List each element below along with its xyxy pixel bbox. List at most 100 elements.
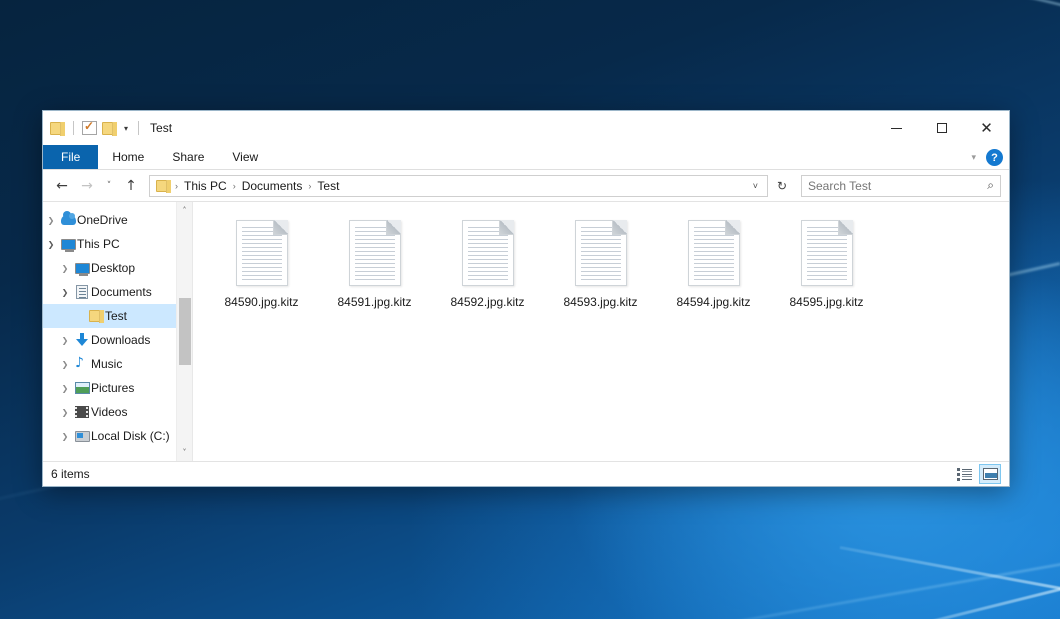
scroll-down-icon[interactable]: ˅ xyxy=(177,444,193,461)
sidebar-item-test[interactable]: Test xyxy=(43,304,192,328)
file-item[interactable]: 84591.jpg.kitz xyxy=(318,216,431,315)
address-bar[interactable]: › This PC › Documents › Test ˅ xyxy=(149,175,768,197)
chevron-right-icon[interactable]: ❯ xyxy=(57,408,73,417)
sidebar-item-label: This PC xyxy=(77,237,120,251)
address-dropdown-icon[interactable]: ˅ xyxy=(748,181,763,191)
generic-document-icon xyxy=(236,220,288,286)
toolbar-divider xyxy=(138,121,139,135)
recent-locations-button[interactable]: ˅ xyxy=(101,175,117,197)
generic-document-icon xyxy=(462,220,514,286)
sidebar-item-documents[interactable]: ❯ Documents xyxy=(43,280,192,304)
tab-share[interactable]: Share xyxy=(158,145,218,169)
window-controls: ✕ xyxy=(874,111,1009,145)
chevron-right-icon[interactable]: ❯ xyxy=(57,432,73,441)
file-name-label: 84590.jpg.kitz xyxy=(224,295,298,309)
details-view-button[interactable] xyxy=(953,464,975,484)
navigation-pane: ❯ OneDrive ❯ This PC ❯ Desktop ❯ xyxy=(43,202,193,461)
sidebar-scrollbar[interactable]: ˄ ˅ xyxy=(176,202,192,461)
download-icon xyxy=(73,333,91,347)
document-icon xyxy=(73,285,91,299)
file-name-label: 84595.jpg.kitz xyxy=(789,295,863,309)
file-name-label: 84592.jpg.kitz xyxy=(450,295,524,309)
window-body: ❯ OneDrive ❯ This PC ❯ Desktop ❯ xyxy=(43,201,1009,461)
customize-caret-icon[interactable]: ▾ xyxy=(124,124,128,133)
file-name-label: 84591.jpg.kitz xyxy=(337,295,411,309)
folder-icon xyxy=(87,310,105,322)
minimize-icon xyxy=(891,128,902,129)
help-icon[interactable]: ? xyxy=(986,149,1003,166)
address-bar-row: ← → ˅ ↑ › This PC › Documents › Test ˅ ↻… xyxy=(43,170,1009,201)
folder-icon xyxy=(156,180,171,192)
breadcrumb-separator: › xyxy=(175,181,178,191)
scrollbar-track[interactable] xyxy=(177,219,193,444)
ribbon-right-controls: ▾ ? xyxy=(971,145,1003,170)
chevron-right-icon[interactable]: ❯ xyxy=(57,336,73,345)
sidebar-item-label: Downloads xyxy=(91,333,150,347)
sidebar-item-downloads[interactable]: ❯ Downloads xyxy=(43,328,192,352)
tab-home[interactable]: Home xyxy=(98,145,158,169)
chevron-down-icon[interactable]: ❯ xyxy=(57,288,73,297)
file-item[interactable]: 84594.jpg.kitz xyxy=(657,216,770,315)
file-item[interactable]: 84590.jpg.kitz xyxy=(205,216,318,315)
refresh-icon[interactable]: ↻ xyxy=(771,175,793,197)
item-count-label: 6 items xyxy=(51,467,90,481)
chevron-down-icon[interactable]: ❯ xyxy=(43,240,59,249)
forward-button[interactable]: → xyxy=(76,175,98,197)
large-icons-view-button[interactable] xyxy=(979,464,1001,484)
monitor-icon xyxy=(59,239,77,250)
up-button[interactable]: ↑ xyxy=(120,175,142,197)
sidebar-item-label: Music xyxy=(91,357,122,371)
details-view-icon xyxy=(957,468,972,480)
music-icon: ♪ xyxy=(73,357,91,371)
cloud-icon xyxy=(59,215,77,225)
tab-file[interactable]: File xyxy=(43,145,98,169)
chevron-down-icon[interactable]: ▾ xyxy=(971,152,976,163)
file-item[interactable]: 84592.jpg.kitz xyxy=(431,216,544,315)
folder-icon[interactable] xyxy=(50,122,65,135)
breadcrumb-test[interactable]: Test xyxy=(313,179,343,193)
chevron-right-icon[interactable]: ❯ xyxy=(57,264,73,273)
tab-view[interactable]: View xyxy=(218,145,272,169)
sidebar-item-label: Documents xyxy=(91,285,152,299)
search-box[interactable]: Search Test ⌕ xyxy=(801,175,1001,197)
file-list-pane[interactable]: 84590.jpg.kitz 84591.jpg.kitz 84592.jpg.… xyxy=(193,202,1009,461)
sidebar-item-local-disk[interactable]: ❯ Local Disk (C:) xyxy=(43,424,192,448)
file-name-label: 84593.jpg.kitz xyxy=(563,295,637,309)
minimize-button[interactable] xyxy=(874,111,919,145)
file-name-label: 84594.jpg.kitz xyxy=(676,295,750,309)
sidebar-item-videos[interactable]: ❯ Videos xyxy=(43,400,192,424)
sidebar-item-this-pc[interactable]: ❯ This PC xyxy=(43,232,192,256)
new-folder-icon[interactable] xyxy=(102,122,117,135)
sidebar-item-music[interactable]: ❯ ♪ Music xyxy=(43,352,192,376)
scrollbar-thumb[interactable] xyxy=(179,298,191,366)
sidebar-item-desktop[interactable]: ❯ Desktop xyxy=(43,256,192,280)
large-icons-view-icon xyxy=(983,468,998,480)
ribbon-tabs: File Home Share View ▾ ? xyxy=(43,145,1009,170)
back-button[interactable]: ← xyxy=(51,175,73,197)
chevron-right-icon[interactable]: ❯ xyxy=(57,384,73,393)
scroll-up-icon[interactable]: ˄ xyxy=(177,202,193,219)
picture-icon xyxy=(73,382,91,394)
chevron-right-icon[interactable]: ❯ xyxy=(43,216,59,225)
status-bar: 6 items xyxy=(43,461,1009,486)
video-icon xyxy=(73,406,91,418)
search-icon: ⌕ xyxy=(987,178,994,193)
file-item[interactable]: 84595.jpg.kitz xyxy=(770,216,883,315)
view-mode-buttons xyxy=(953,464,1001,484)
properties-icon[interactable] xyxy=(82,121,97,135)
breadcrumb-documents[interactable]: Documents xyxy=(238,179,307,193)
sidebar-item-label: OneDrive xyxy=(77,213,128,227)
close-button[interactable]: ✕ xyxy=(964,111,1009,145)
sidebar-item-pictures[interactable]: ❯ Pictures xyxy=(43,376,192,400)
sidebar-item-label: Pictures xyxy=(91,381,134,395)
chevron-right-icon[interactable]: ❯ xyxy=(57,360,73,369)
monitor-icon xyxy=(73,263,91,274)
breadcrumb-this-pc[interactable]: This PC xyxy=(180,179,231,193)
file-item[interactable]: 84593.jpg.kitz xyxy=(544,216,657,315)
title-bar: ▾ Test ✕ xyxy=(43,111,1009,145)
file-grid: 84590.jpg.kitz 84591.jpg.kitz 84592.jpg.… xyxy=(205,216,1009,315)
sidebar-item-onedrive[interactable]: ❯ OneDrive xyxy=(43,208,192,232)
sidebar-item-label: Local Disk (C:) xyxy=(91,429,170,443)
maximize-button[interactable] xyxy=(919,111,964,145)
search-input[interactable]: Search Test xyxy=(808,179,987,193)
